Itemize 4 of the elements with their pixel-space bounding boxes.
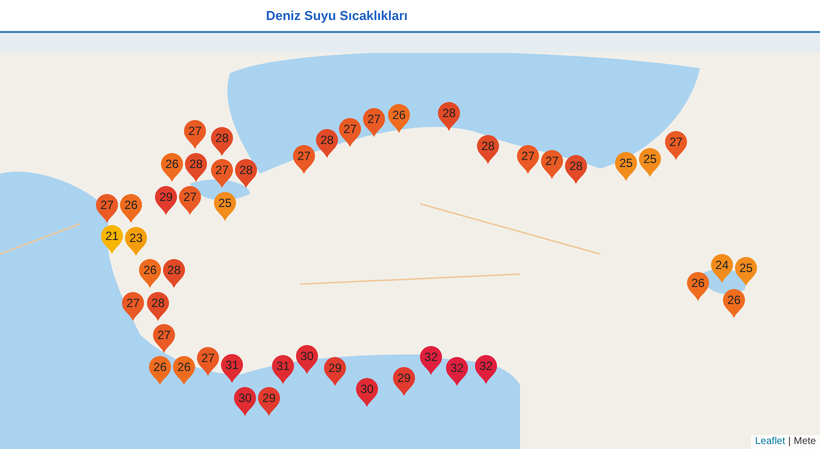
attribution-separator: | (788, 435, 791, 449)
attribution-source: Mete (794, 435, 816, 449)
page-title: Deniz Suyu Sıcaklıkları (266, 6, 408, 25)
leaflet-link[interactable]: Leaflet (755, 435, 786, 449)
